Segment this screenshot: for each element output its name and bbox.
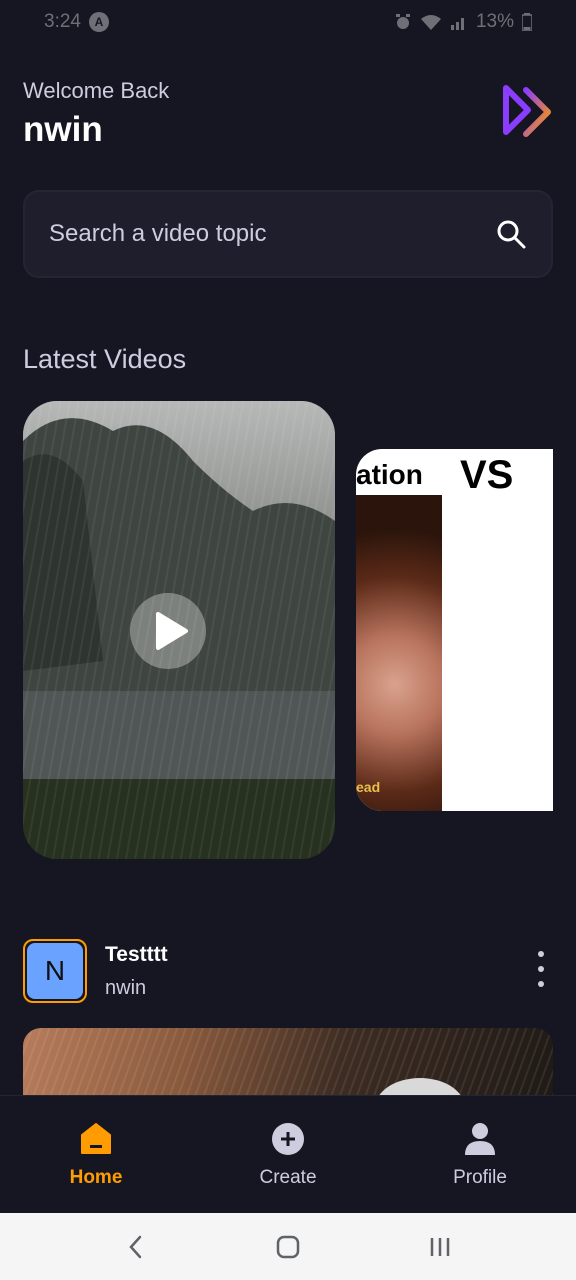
- plus-circle-icon: [272, 1123, 304, 1155]
- back-icon: [129, 1235, 142, 1258]
- tab-create-label: Create: [259, 1167, 317, 1188]
- latest-video-card[interactable]: [23, 401, 335, 859]
- alarm-icon: [395, 14, 410, 29]
- status-bar: 3:24 A 13%: [0, 0, 576, 44]
- status-time: 3:24: [44, 11, 81, 32]
- latest-video-card-2[interactable]: ation VS ead: [356, 449, 553, 811]
- wifi-icon: [420, 15, 441, 30]
- second-card-photo: [356, 495, 442, 811]
- battery-percent: 13%: [475, 11, 514, 32]
- second-card-caption: ead: [356, 779, 381, 795]
- status-left: 3:24 A: [44, 11, 109, 33]
- tab-home[interactable]: Home: [0, 1096, 192, 1214]
- search-bar[interactable]: Search a video topic: [23, 190, 553, 278]
- latest-videos-title: Latest Videos: [23, 344, 187, 374]
- search-icon[interactable]: [495, 218, 527, 250]
- battery-icon: [522, 13, 532, 31]
- home-button[interactable]: [268, 1227, 308, 1267]
- tab-create[interactable]: Create: [192, 1096, 384, 1214]
- avatar[interactable]: N: [23, 939, 87, 1003]
- tab-home-label: Home: [69, 1167, 123, 1188]
- post-author: nwin: [105, 977, 147, 999]
- profile-icon: [465, 1123, 495, 1155]
- home-icon: [81, 1123, 111, 1154]
- home-square-icon: [276, 1235, 300, 1258]
- avatar-letter: N: [27, 943, 83, 999]
- second-card-top-text: ation: [356, 459, 423, 490]
- tab-bar: Home Create Profile: [0, 1095, 576, 1213]
- second-card-vs: VS: [460, 453, 514, 497]
- recents-button[interactable]: [420, 1227, 460, 1267]
- status-right: 13%: [394, 11, 532, 33]
- username: nwin: [23, 110, 103, 149]
- notification-badge: A: [88, 12, 109, 32]
- system-nav-bar: [0, 1213, 576, 1280]
- app-logo-icon: [503, 85, 551, 137]
- post-title: Testttt: [105, 943, 168, 966]
- play-icon: [156, 612, 188, 650]
- post-header: N Testttt nwin: [23, 939, 553, 1005]
- more-options-icon[interactable]: [531, 947, 551, 991]
- recents-icon: [430, 1237, 450, 1256]
- search-input[interactable]: Search a video topic: [49, 220, 266, 248]
- play-button[interactable]: [130, 593, 206, 669]
- signal-icon: [450, 18, 464, 30]
- back-button[interactable]: [116, 1227, 156, 1267]
- welcome-text: Welcome Back: [23, 78, 170, 103]
- tab-profile-label: Profile: [453, 1167, 507, 1188]
- tab-profile[interactable]: Profile: [384, 1096, 576, 1214]
